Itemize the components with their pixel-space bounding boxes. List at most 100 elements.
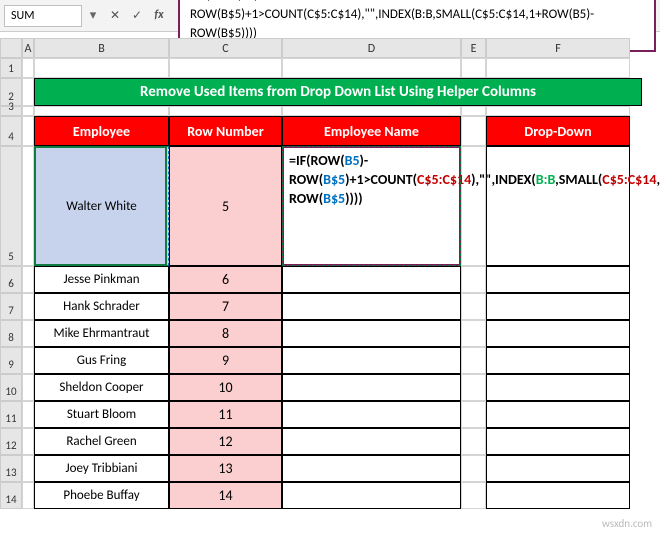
cell[interactable]	[461, 482, 486, 509]
title-cell[interactable]: Remove Used Items from Drop Down List Us…	[34, 78, 642, 106]
employee-name-cell[interactable]	[282, 293, 461, 320]
row-number-cell[interactable]: 12	[169, 428, 282, 455]
row-number-cell[interactable]: 9	[169, 347, 282, 374]
row-number-cell[interactable]: 6	[169, 266, 282, 293]
employee-name-cell[interactable]	[282, 482, 461, 509]
col-header-b[interactable]: B	[34, 38, 169, 58]
row-number-cell[interactable]: 5	[169, 146, 282, 266]
employee-name-cell[interactable]	[282, 320, 461, 347]
cell[interactable]	[22, 482, 34, 509]
cell[interactable]	[282, 58, 461, 78]
cell[interactable]	[22, 320, 34, 347]
row-number-cell[interactable]: 7	[169, 293, 282, 320]
cell[interactable]	[169, 106, 282, 116]
row-number-cell[interactable]: 8	[169, 320, 282, 347]
row-number-cell[interactable]: 11	[169, 401, 282, 428]
dropdown-cell[interactable]	[486, 347, 630, 374]
cell[interactable]	[22, 78, 34, 106]
employee-cell[interactable]: Stuart Bloom	[34, 401, 169, 428]
header-employee-name[interactable]: Employee Name	[282, 116, 461, 146]
employee-cell[interactable]: Jesse Pinkman	[34, 266, 169, 293]
header-drop-down[interactable]: Drop-Down	[486, 116, 630, 146]
employee-name-cell[interactable]	[282, 347, 461, 374]
fx-icon[interactable]: fx	[152, 8, 166, 23]
employee-name-cell[interactable]	[282, 401, 461, 428]
employee-cell[interactable]: Sheldon Cooper	[34, 374, 169, 401]
row-header[interactable]: 5	[0, 146, 22, 266]
cell[interactable]	[22, 293, 34, 320]
col-header-f[interactable]: F	[486, 38, 630, 58]
cell[interactable]	[169, 58, 282, 78]
cell[interactable]	[461, 293, 486, 320]
cell[interactable]	[22, 455, 34, 482]
cell[interactable]	[34, 106, 169, 116]
accept-icon[interactable]: ✓	[130, 8, 144, 23]
row-header[interactable]: 1	[0, 58, 22, 78]
cell[interactable]	[22, 58, 34, 78]
employee-cell[interactable]: Walter White	[34, 146, 169, 266]
name-box-dropdown-icon[interactable]: ▾	[86, 8, 100, 23]
cell[interactable]	[461, 58, 486, 78]
cancel-icon[interactable]: ✕	[108, 8, 122, 23]
row-header[interactable]: 10	[0, 374, 22, 401]
dropdown-cell[interactable]	[486, 374, 630, 401]
employee-cell[interactable]: Hank Schrader	[34, 293, 169, 320]
cell[interactable]	[22, 347, 34, 374]
employee-cell[interactable]: Gus Fring	[34, 347, 169, 374]
col-header-d[interactable]: D	[282, 38, 461, 58]
dropdown-cell[interactable]	[486, 455, 630, 482]
cell[interactable]	[22, 106, 34, 116]
employee-cell[interactable]: Joey Tribbiani	[34, 455, 169, 482]
header-employee[interactable]: Employee	[34, 116, 169, 146]
cell[interactable]	[22, 401, 34, 428]
cell[interactable]	[461, 401, 486, 428]
cell[interactable]	[461, 146, 486, 266]
employee-cell[interactable]: Phoebe Buffay	[34, 482, 169, 509]
cell[interactable]	[486, 106, 630, 116]
employee-name-cell[interactable]	[282, 428, 461, 455]
cell[interactable]	[461, 266, 486, 293]
cell[interactable]	[461, 320, 486, 347]
cell[interactable]	[282, 106, 461, 116]
dropdown-cell[interactable]	[486, 266, 630, 293]
row-number-cell[interactable]: 10	[169, 374, 282, 401]
col-header-a[interactable]: A	[22, 38, 34, 58]
employee-cell[interactable]: Rachel Green	[34, 428, 169, 455]
header-row-number[interactable]: Row Number	[169, 116, 282, 146]
cell[interactable]	[22, 374, 34, 401]
cell[interactable]	[461, 106, 486, 116]
row-header[interactable]: 3	[0, 106, 22, 116]
cell[interactable]	[461, 428, 486, 455]
dropdown-cell[interactable]	[486, 320, 630, 347]
employee-name-cell[interactable]	[282, 266, 461, 293]
cell[interactable]	[22, 428, 34, 455]
row-header[interactable]: 9	[0, 347, 22, 374]
dropdown-cell[interactable]	[486, 428, 630, 455]
row-header[interactable]: 4	[0, 116, 22, 146]
cell[interactable]	[22, 116, 34, 146]
dropdown-cell[interactable]	[486, 293, 630, 320]
dropdown-cell[interactable]	[486, 401, 630, 428]
dropdown-cell[interactable]	[486, 146, 630, 266]
row-header[interactable]: 14	[0, 482, 22, 509]
cell[interactable]	[461, 455, 486, 482]
select-all-corner[interactable]	[0, 38, 22, 58]
cell[interactable]	[34, 58, 169, 78]
cell[interactable]	[461, 374, 486, 401]
dropdown-cell[interactable]	[486, 482, 630, 509]
row-header[interactable]: 6	[0, 266, 22, 293]
in-cell-formula-edit[interactable]: =IF(ROW(B5)-ROW(B$5)+1>COUNT(C$5:C$14),"…	[282, 146, 461, 266]
row-header[interactable]: 8	[0, 320, 22, 347]
cell[interactable]	[461, 347, 486, 374]
col-header-c[interactable]: C	[169, 38, 282, 58]
cell[interactable]	[22, 266, 34, 293]
col-header-e[interactable]: E	[461, 38, 486, 58]
row-header[interactable]: 11	[0, 401, 22, 428]
cell[interactable]	[22, 146, 34, 266]
cell[interactable]	[486, 58, 630, 78]
cell[interactable]	[461, 116, 486, 146]
row-header[interactable]: 7	[0, 293, 22, 320]
employee-cell[interactable]: Mike Ehrmantraut	[34, 320, 169, 347]
row-header[interactable]: 12	[0, 428, 22, 455]
row-number-cell[interactable]: 13	[169, 455, 282, 482]
